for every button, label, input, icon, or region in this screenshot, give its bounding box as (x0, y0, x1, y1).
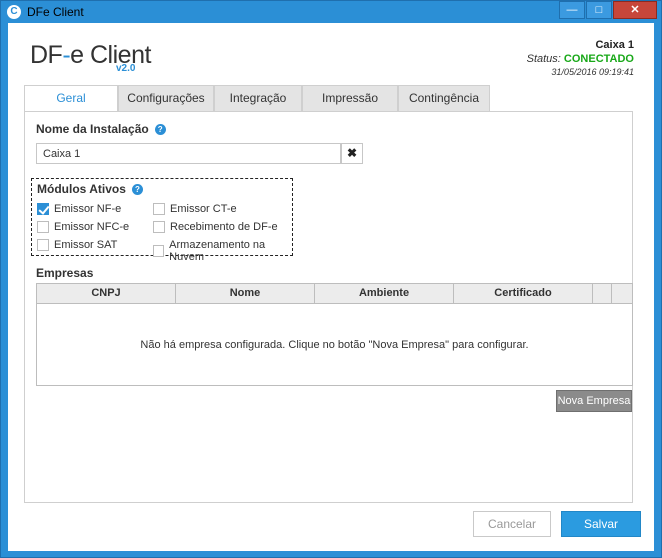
connection-status: Status: CONECTADO (527, 53, 634, 65)
cancel-button[interactable]: Cancelar (473, 511, 551, 537)
module-label: Recebimento de DF-e (170, 221, 278, 233)
checkbox-icon[interactable] (153, 203, 165, 215)
column-scroll (612, 284, 632, 303)
module-label: Emissor NF-e (54, 203, 122, 215)
app-version: v2.0 (116, 63, 136, 74)
client-area: DF-e Client v2.0 Caixa 1 Status: CONECTA… (8, 23, 654, 551)
column-certificado[interactable]: Certificado (454, 284, 593, 303)
companies-heading: Empresas (36, 266, 94, 280)
logo-text-left: DF (30, 41, 63, 69)
logo-separator: - (62, 41, 71, 69)
window-title: DFe Client (27, 5, 84, 19)
clear-icon[interactable]: ✖ (341, 143, 363, 164)
module-emissor-cte[interactable]: Emissor CT-e (153, 203, 237, 215)
maximize-button[interactable]: □ (586, 1, 612, 19)
module-label: Armazenamento na Nuvem (169, 239, 266, 263)
active-modules-heading: Módulos Ativos? (37, 182, 143, 196)
window-controls: — □ ✕ (558, 1, 657, 21)
help-icon[interactable]: ? (154, 124, 166, 135)
module-label: Emissor NFC-e (54, 221, 130, 233)
tab-bar: Geral Configurações Integração Impressão… (24, 85, 490, 112)
column-ambiente[interactable]: Ambiente (315, 284, 454, 303)
minimize-button[interactable]: — (559, 1, 585, 19)
checkbox-icon[interactable] (37, 239, 49, 251)
save-button[interactable]: Salvar (561, 511, 641, 537)
connection-info: Caixa 1 Status: CONECTADO 31/05/2016 09:… (527, 39, 634, 77)
checkbox-icon[interactable] (37, 221, 49, 233)
empty-table-message: Não há empresa configurada. Clique no bo… (140, 339, 529, 351)
logo-text-right: e Client (70, 41, 151, 69)
checkbox-icon[interactable] (153, 245, 165, 257)
app-window: C DFe Client — □ ✕ DF-e Client v2.0 Caix… (0, 0, 662, 558)
installation-name: Caixa 1 (595, 39, 634, 51)
tab-geral[interactable]: Geral (24, 85, 118, 112)
tab-configuracoes[interactable]: Configurações (118, 85, 214, 111)
module-label: Emissor CT-e (170, 203, 237, 215)
module-emissor-sat[interactable]: Emissor SAT (37, 239, 117, 251)
status-timestamp: 31/05/2016 09:19:41 (551, 67, 634, 77)
column-nome[interactable]: Nome (176, 284, 315, 303)
new-company-button[interactable]: Nova Empresa (556, 390, 632, 412)
column-extra (593, 284, 612, 303)
help-icon[interactable]: ? (131, 184, 143, 195)
app-logo-icon: C (7, 5, 21, 19)
module-emissor-nfce[interactable]: Emissor NFC-e (37, 221, 129, 233)
module-recebimento-dfe[interactable]: Recebimento de DF-e (153, 221, 278, 233)
active-modules-label: Módulos Ativos (37, 182, 126, 196)
module-label: Emissor SAT (54, 239, 118, 251)
checkbox-icon[interactable] (37, 203, 49, 215)
module-emissor-nfe[interactable]: Emissor NF-e (37, 203, 121, 215)
status-label: Status: (526, 53, 561, 65)
active-modules-group: Módulos Ativos? Emissor NF-e Emissor NFC… (31, 178, 293, 263)
install-name-label: Nome da Instalação (36, 122, 149, 136)
status-value: CONECTADO (563, 53, 634, 65)
install-name-heading: Nome da Instalação? (36, 122, 166, 136)
table-header: CNPJ Nome Ambiente Certificado (37, 284, 632, 304)
tab-contingencia[interactable]: Contingência (398, 85, 490, 111)
close-button[interactable]: ✕ (613, 1, 657, 19)
module-armazenamento-nuvem[interactable]: Armazenamento na Nuvem (153, 239, 292, 263)
install-name-input[interactable] (36, 143, 341, 164)
checkbox-icon[interactable] (153, 221, 165, 233)
tab-impressao[interactable]: Impressão (302, 85, 398, 111)
tab-integracao[interactable]: Integração (214, 85, 302, 111)
title-bar[interactable]: C DFe Client — □ ✕ (1, 1, 661, 23)
tab-panel-geral: Nome da Instalação? ✖ Módulos Ativos? Em… (24, 111, 633, 503)
companies-table: CNPJ Nome Ambiente Certificado Não há em… (36, 283, 633, 386)
column-cnpj[interactable]: CNPJ (37, 284, 176, 303)
